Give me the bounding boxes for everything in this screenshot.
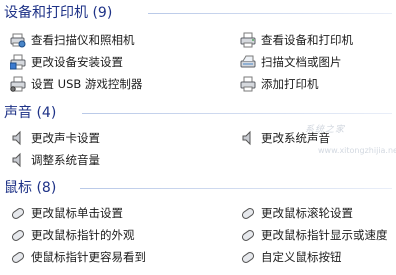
watermark-url: www.xitongzhijia.net [318, 146, 396, 155]
link-label: 扫描文档或图片 [261, 55, 342, 69]
printer-icon [240, 32, 256, 48]
scanner-icon [240, 55, 256, 68]
printer-settings-icon [10, 54, 26, 70]
section-title[interactable]: 鼠标 (8) [4, 179, 56, 197]
speaker-icon [12, 130, 21, 146]
link-label: 设置 USB 游戏控制器 [31, 77, 143, 91]
section-header: 声音 (4) [0, 102, 396, 124]
mouse-icon [11, 252, 25, 263]
printer-camera-icon [10, 33, 26, 48]
link-label: 添加打印机 [261, 77, 319, 91]
link-label: 查看扫描仪和照相机 [31, 33, 135, 47]
link-label: 自定义鼠标按钮 [261, 250, 342, 264]
mouse-icon [241, 230, 255, 241]
section-mouse: 鼠标 (8) 更改鼠标单击设置 更改鼠标滚轮设置 更改鼠标指针的外观 更改鼠标指… [0, 177, 396, 264]
speaker-icon [12, 152, 21, 168]
section-divider [82, 113, 392, 114]
mouse-icon [241, 252, 255, 263]
section-devices-printers: 设备和打印机 (9) 查看扫描仪和照相机 查看设备和打印机 更改设备安装设置 扫… [0, 2, 396, 92]
watermark-logo: 系统之家 [305, 125, 346, 135]
mouse-icon [11, 208, 25, 219]
gamepad-icon [10, 76, 26, 92]
mouse-icon [11, 230, 25, 241]
section-divider [148, 13, 392, 14]
add-printer-icon [240, 76, 256, 92]
section-title[interactable]: 设备和打印机 (9) [4, 4, 112, 22]
link-label: 更改鼠标指针的外观 [31, 228, 135, 242]
section-header: 鼠标 (8) [0, 177, 396, 199]
link-label: 更改设备安装设置 [31, 55, 123, 69]
link-label: 更改声卡设置 [31, 131, 100, 145]
section-divider [80, 188, 392, 189]
speaker-icon [242, 130, 251, 146]
link-label: 更改鼠标单击设置 [31, 206, 123, 220]
section-sound: 声音 (4) 更改声卡设置 更改系统声音 调整系统音量 [0, 102, 396, 168]
link-label: 更改鼠标指针显示或速度 [261, 228, 388, 242]
link-label: 查看设备和打印机 [261, 33, 353, 47]
section-title[interactable]: 声音 (4) [4, 104, 56, 122]
section-header: 设备和打印机 (9) [0, 2, 396, 24]
mouse-icon [241, 208, 255, 219]
link-label: 调整系统音量 [31, 153, 100, 167]
link-label: 使鼠标指针更容易看到 [31, 250, 146, 264]
link-label: 更改鼠标滚轮设置 [261, 206, 353, 220]
